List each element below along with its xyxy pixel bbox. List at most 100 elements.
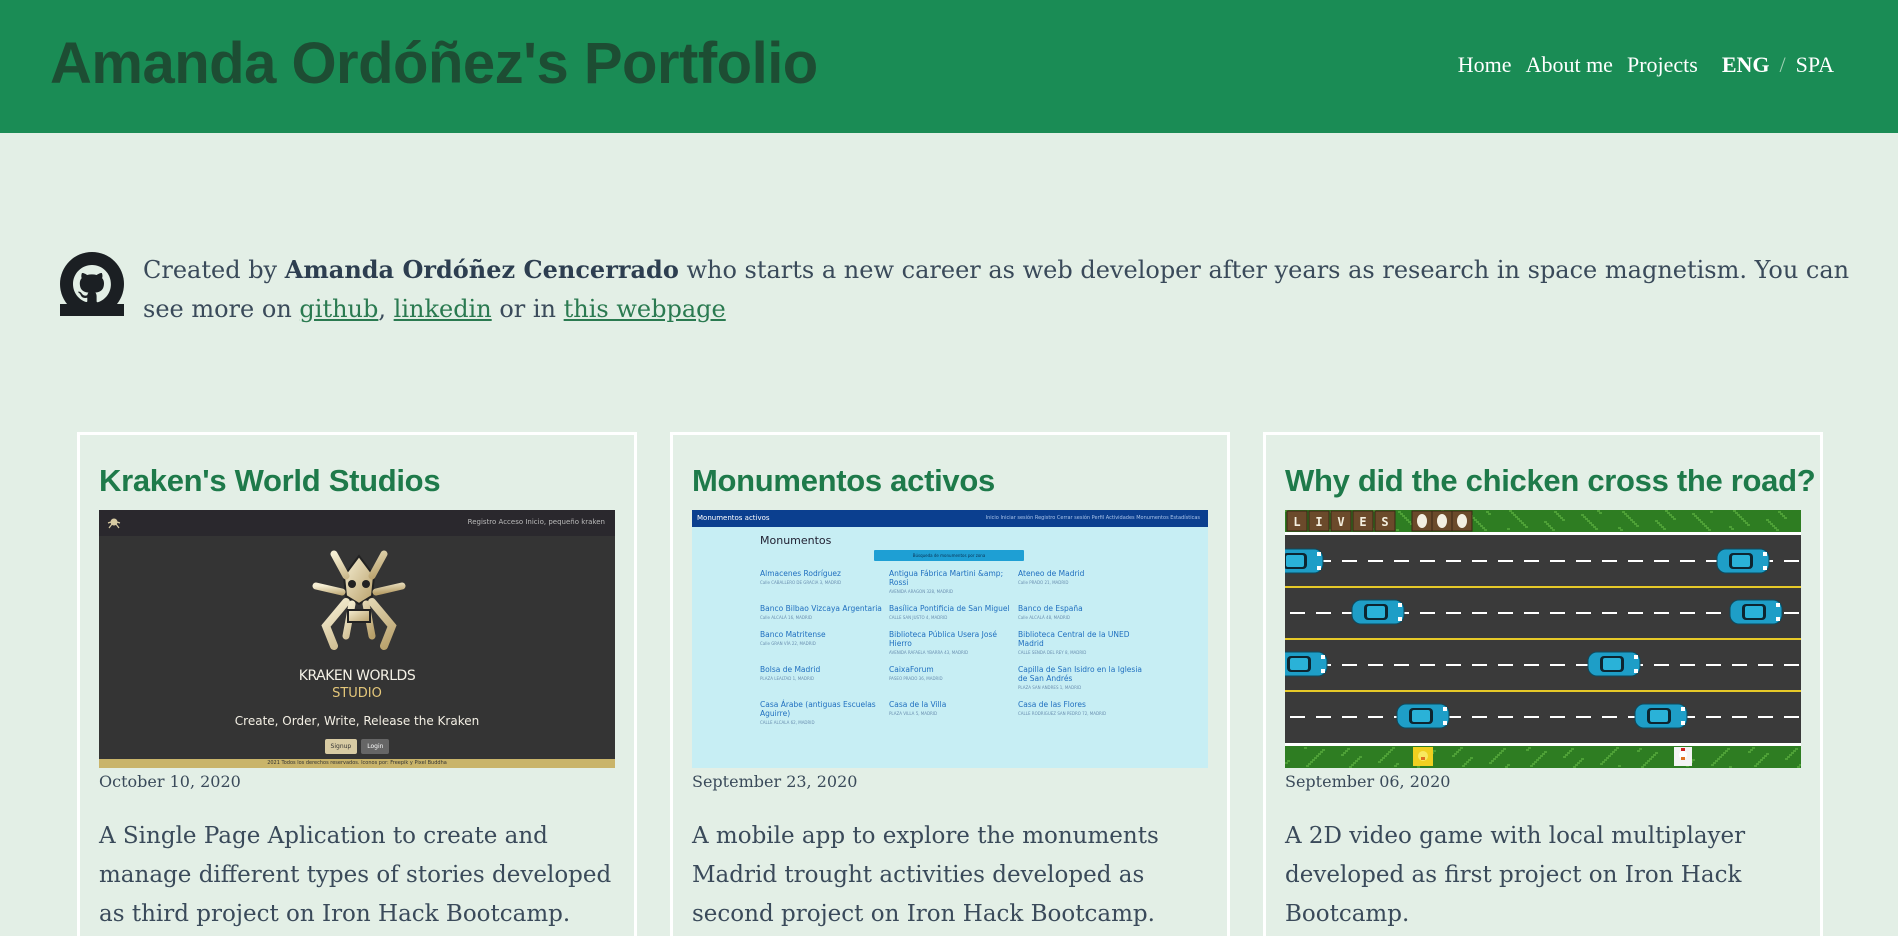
monument-item: Ateneo de Madrid Calle PRADO 21, MADRID bbox=[1018, 569, 1147, 594]
monument-address: Calle ALCALÁ 16, MADRID bbox=[760, 615, 812, 620]
monument-address: Calle GRAN VÍA 22, MADRID bbox=[760, 641, 816, 646]
github-link[interactable]: github bbox=[299, 295, 378, 323]
project-card[interactable]: Kraken's World Studios Registro Acceso I… bbox=[77, 432, 637, 936]
intro-text: Created by Amanda Ordóñez Cencerrado who… bbox=[143, 250, 1863, 329]
car-icon bbox=[1351, 599, 1405, 625]
monument-name: Biblioteca Pública Usera José Hierro bbox=[889, 630, 997, 648]
chicken-game-canvas: LIVES bbox=[1285, 510, 1801, 768]
car-icon bbox=[1285, 651, 1328, 677]
monument-address: CALLE SENDA DEL REY 8, MADRID bbox=[1018, 650, 1087, 655]
monument-item: Banco Bilbao Vizcaya Argentaria Calle ALC… bbox=[760, 604, 889, 620]
monument-item: Basílica Pontificia de San Miguel CALLE S… bbox=[889, 604, 1018, 620]
monument-address: CALLE ALCALA 62, MADRID bbox=[760, 720, 815, 725]
nav-home-link[interactable]: Home bbox=[1458, 52, 1512, 78]
car-icon bbox=[1285, 548, 1324, 574]
project-card[interactable]: Why did the chicken cross the road? L I V E… bbox=[1263, 432, 1823, 936]
egg-life-icon bbox=[1417, 514, 1427, 528]
monumentos-brand: Monumentos activos bbox=[697, 514, 770, 522]
nav-about-link[interactable]: About me bbox=[1526, 52, 1613, 78]
monument-name: Capilla de San Isidro en la Iglesia de S… bbox=[1018, 665, 1143, 683]
monument-item: Antigua Fábrica Martini &amp; Rossi AVENI… bbox=[889, 569, 1018, 594]
site-title: Amanda Ordóñez's Portfolio bbox=[50, 31, 818, 96]
monument-address: PASEO PRADO 36, MADRID bbox=[889, 676, 943, 681]
monument-address: CALLE SAN JUSTO 4, MADRID bbox=[889, 615, 948, 620]
car-icon bbox=[1729, 599, 1783, 625]
car-icon bbox=[1396, 703, 1450, 729]
monument-address: Calle ALCALÁ 48, MADRID bbox=[1018, 615, 1070, 620]
monument-address: CALLE RODRIGUEZ SAN PEDRO 72, MADRID bbox=[1018, 711, 1107, 716]
intro-or-in: or in bbox=[491, 295, 564, 323]
monument-item: Casa Árabe (antiguas Escuelas Aguirre) CA… bbox=[760, 700, 889, 725]
monument-name: Casa Árabe (antiguas Escuelas Aguirre) bbox=[760, 700, 876, 718]
monument-name: Biblioteca Central de la UNED Madrid bbox=[1018, 630, 1130, 648]
monument-address: AVENIDA ARAGON 328, MADRID bbox=[889, 589, 953, 594]
monument-name: Banco Matritense bbox=[760, 630, 826, 639]
monument-address: PLAZA LEALTAD 1, MADRID bbox=[760, 676, 815, 681]
project-title[interactable]: Monumentos activos bbox=[692, 463, 995, 499]
monument-name: Banco de España bbox=[1018, 604, 1083, 613]
site-header: Amanda Ordóñez's Portfolio Home About me… bbox=[0, 0, 1898, 133]
project-title[interactable]: Why did the chicken cross the road? bbox=[1285, 463, 1816, 499]
monument-item: Capilla de San Isidro en la Iglesia de S… bbox=[1018, 665, 1147, 690]
kraken-tagline: Create, Order, Write, Release the Kraken bbox=[234, 714, 480, 728]
project-date: October 10, 2020 bbox=[99, 772, 241, 791]
kraken-signup-button: Signup bbox=[324, 739, 358, 754]
monument-item: Bolsa de Madrid PLAZA LEALTAD 1, MADRID bbox=[760, 665, 889, 690]
monumentos-screenshot: Monumentos activos Inicio Iniciar sesión… bbox=[692, 510, 1208, 768]
project-card[interactable]: Monumentos activos Monumentos activos In… bbox=[670, 432, 1230, 936]
car-icon bbox=[1634, 703, 1688, 729]
project-description: A 2D video game with local multiplayer d… bbox=[1285, 823, 1746, 927]
monument-item: Casa de la Villa PLAZA VILLA 5, MADRID bbox=[889, 700, 1018, 725]
kraken-login-button: Login bbox=[361, 739, 390, 754]
lives-letter: S bbox=[1381, 515, 1388, 529]
kraken-footer: 2021 Todos los derechos reservados. Icon… bbox=[99, 759, 615, 768]
chicken-player-two-icon bbox=[1674, 747, 1692, 766]
monumentos-list: Almacenes Rodríguez Calle CABALLERO DE GR… bbox=[760, 569, 1160, 725]
project-screenshot[interactable]: LIVES bbox=[1285, 510, 1801, 768]
intro-prefix: Created by bbox=[143, 256, 285, 284]
egg-life-icon bbox=[1437, 514, 1447, 528]
monumentos-navbar: Monumentos activos Inicio Iniciar sesión… bbox=[692, 510, 1208, 527]
chicken-player-one-icon bbox=[1413, 747, 1433, 766]
lang-spa-link[interactable]: SPA bbox=[1796, 52, 1834, 78]
monument-name: Antigua Fábrica Martini &amp; Rossi bbox=[889, 569, 1004, 587]
github-icon[interactable] bbox=[60, 252, 124, 316]
kraken-nav-links: Registro Acceso Inicio, pequeño kraken bbox=[467, 518, 605, 526]
monument-address: Calle PRADO 21, MADRID bbox=[1018, 580, 1069, 585]
monument-item: Banco de España Calle ALCALÁ 48, MADRID bbox=[1018, 604, 1147, 620]
monument-name: Casa de las Flores bbox=[1018, 700, 1086, 709]
project-title[interactable]: Kraken's World Studios bbox=[99, 463, 441, 499]
monumentos-nav-links: Inicio Iniciar sesión Registro Cerrar se… bbox=[985, 515, 1200, 521]
author-name: Amanda Ordóñez Cencerrado bbox=[284, 255, 679, 284]
lives-letter: E bbox=[1359, 515, 1366, 529]
chicken-game-screenshot: LIVES bbox=[1285, 510, 1801, 768]
kraken-logo-icon bbox=[312, 550, 406, 650]
monument-item: Biblioteca Pública Usera José Hierro AVEN… bbox=[889, 630, 1018, 655]
monument-name: Casa de la Villa bbox=[889, 700, 947, 709]
nav-projects-link[interactable]: Projects bbox=[1627, 52, 1698, 78]
kraken-mini-logo-icon bbox=[107, 518, 121, 529]
monument-item: Almacenes Rodríguez Calle CABALLERO DE GR… bbox=[760, 569, 889, 594]
car-icon bbox=[1587, 651, 1641, 677]
project-screenshot[interactable]: Registro Acceso Inicio, pequeño kraken K… bbox=[99, 510, 615, 768]
kraken-buttons: Signup Login bbox=[99, 739, 615, 754]
monument-name: CaixaForum bbox=[889, 665, 934, 674]
monument-name: Almacenes Rodríguez bbox=[760, 569, 841, 578]
project-description: A mobile app to explore the monuments Ma… bbox=[692, 823, 1159, 927]
monument-item: Casa de las Flores CALLE RODRIGUEZ SAN PE… bbox=[1018, 700, 1147, 725]
monument-name: Ateneo de Madrid bbox=[1018, 569, 1085, 578]
lang-separator: / bbox=[1779, 52, 1786, 77]
webpage-link[interactable]: this webpage bbox=[564, 295, 726, 323]
monument-item: Banco Matritense Calle GRAN VÍA 22, MADRI… bbox=[760, 630, 889, 655]
linkedin-link[interactable]: linkedin bbox=[394, 295, 492, 323]
lang-eng-link[interactable]: ENG bbox=[1722, 52, 1770, 78]
project-description: A Single Page Aplication to create and m… bbox=[99, 823, 612, 927]
monument-name: Banco Bilbao Vizcaya Argentaria bbox=[760, 604, 882, 613]
kraken-navbar: Registro Acceso Inicio, pequeño kraken bbox=[99, 510, 615, 536]
monument-item: Biblioteca Central de la UNED Madrid CALL… bbox=[1018, 630, 1147, 655]
lives-letter: L bbox=[1293, 515, 1300, 529]
project-screenshot[interactable]: Monumentos activos Inicio Iniciar sesión… bbox=[692, 510, 1208, 768]
lives-letter: V bbox=[1337, 515, 1344, 529]
lives-indicator: LIVES bbox=[1286, 510, 1473, 532]
lives-letter: I bbox=[1315, 515, 1322, 529]
